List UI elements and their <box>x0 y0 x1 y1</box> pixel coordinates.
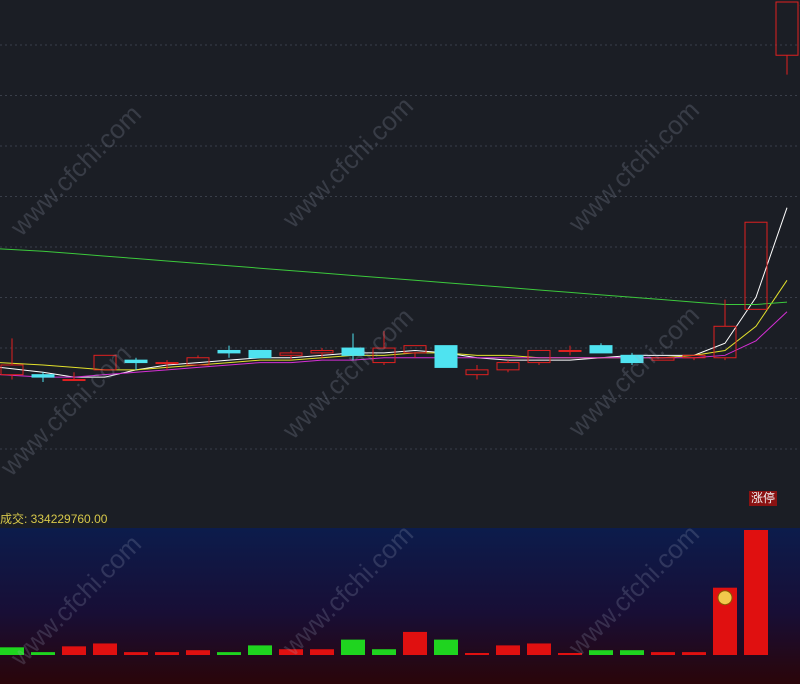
volume-bar <box>434 639 458 655</box>
volume-bar <box>558 653 582 655</box>
volume-bar <box>527 643 551 655</box>
limit-up-badge: 涨停 <box>749 491 778 506</box>
volume-bar <box>155 652 179 655</box>
volume-bar <box>310 649 334 655</box>
volume-bar <box>279 649 303 655</box>
candle-body <box>217 349 241 354</box>
candle-body <box>527 349 551 364</box>
volume-bar <box>372 649 396 655</box>
volume-bar <box>620 650 644 655</box>
candle-body <box>589 345 613 354</box>
candle-body <box>434 345 458 368</box>
candlestick-chart: 2.99 <box>0 1 800 450</box>
candle-body <box>465 369 489 376</box>
volume-bar <box>682 652 706 655</box>
candle-body <box>651 357 675 361</box>
volume-panel <box>0 528 800 684</box>
candle-body <box>248 349 272 359</box>
candle-body <box>279 352 303 356</box>
candle-body <box>775 1 799 56</box>
candle-body <box>62 379 86 382</box>
candle-body <box>620 354 644 364</box>
volume-bar <box>0 647 24 655</box>
volume-chart <box>0 530 768 655</box>
volume-bar <box>465 653 489 655</box>
candle-body <box>682 354 706 359</box>
volume-bar <box>248 645 272 655</box>
candle-body <box>31 374 55 378</box>
volume-bar <box>31 652 55 655</box>
volume-bar <box>217 652 241 655</box>
candle-body <box>310 349 334 354</box>
ma-line <box>0 207 788 378</box>
price-panel: 2.99 涨停 <box>0 0 800 508</box>
candle-body <box>341 347 365 356</box>
candle-body <box>558 349 582 352</box>
volume-bar <box>496 645 520 655</box>
candle-body <box>155 362 179 365</box>
volume-bar <box>651 652 675 655</box>
volume-bar <box>403 631 427 655</box>
volume-info-bar: 成交: 334229760.00 <box>0 508 800 528</box>
volume-bar <box>341 639 365 655</box>
ma-line <box>0 311 788 378</box>
candle-body <box>496 362 520 371</box>
volume-bar <box>744 530 768 655</box>
volume-bar <box>62 646 86 655</box>
candle-body <box>124 359 148 364</box>
candle-body <box>93 354 117 371</box>
volume-label: 成交: 334229760.00 <box>0 512 108 526</box>
ma-line <box>0 248 788 305</box>
volume-bar <box>589 650 613 655</box>
money-bag-icon <box>717 590 733 606</box>
volume-bar <box>186 650 210 655</box>
volume-bar <box>124 652 148 655</box>
volume-bar <box>93 643 117 655</box>
ma-line <box>0 280 788 371</box>
candle-body <box>403 345 427 354</box>
